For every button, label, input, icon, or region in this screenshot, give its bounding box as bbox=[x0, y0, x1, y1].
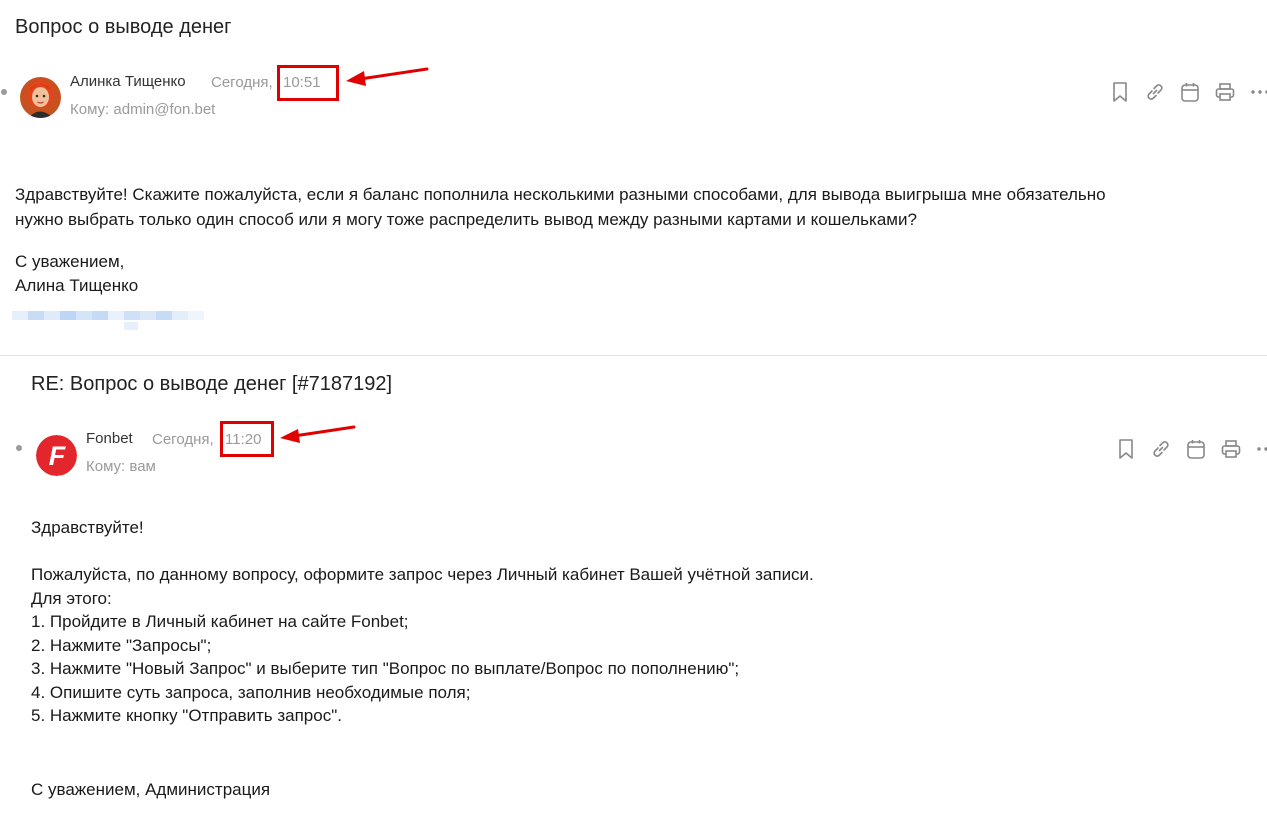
message-toolbar bbox=[1113, 436, 1267, 461]
sender-name[interactable]: Алинка Тищенко bbox=[70, 73, 186, 90]
body-line: С уважением, Администрация bbox=[31, 779, 271, 799]
body-line: Алина Тищенко bbox=[15, 276, 139, 295]
body-line bbox=[15, 232, 1106, 249]
body-line bbox=[31, 728, 814, 752]
body-line: Здравствуйте! Скажите пожалуйста, если я… bbox=[15, 185, 1106, 204]
print-icon[interactable] bbox=[1218, 436, 1243, 461]
message-body: Здравствуйте! Пожалуйста, по данному воп… bbox=[31, 516, 814, 801]
message-date: Сегодня, bbox=[152, 431, 214, 448]
more-icon[interactable] bbox=[1247, 79, 1267, 104]
body-line: 4. Опишите суть запроса, заполнив необхо… bbox=[31, 682, 471, 702]
unread-dot bbox=[16, 445, 22, 451]
calendar-icon[interactable] bbox=[1183, 436, 1208, 461]
sender-avatar[interactable]: F bbox=[36, 435, 77, 476]
link-icon[interactable] bbox=[1142, 79, 1167, 104]
body-line: 3. Нажмите "Новый Запрос" и выберите тип… bbox=[31, 659, 740, 678]
sender-name[interactable]: Fonbet bbox=[86, 430, 133, 447]
message-divider bbox=[0, 355, 1267, 356]
red-arrow-annotation bbox=[346, 67, 429, 86]
body-line: С уважением, bbox=[15, 252, 125, 271]
body-line: нужно выбрать только один способ или я м… bbox=[15, 210, 917, 229]
sender-avatar[interactable] bbox=[20, 77, 61, 118]
message-subject: Вопрос о выводе денег bbox=[15, 16, 232, 38]
unread-dot bbox=[1, 89, 7, 95]
body-line: Пожалуйста, по данному вопросу, оформите… bbox=[31, 565, 814, 584]
recipient-line: Кому: вам bbox=[86, 458, 156, 475]
body-line bbox=[31, 540, 814, 564]
link-icon[interactable] bbox=[1148, 436, 1173, 461]
blurred-signature-fragment bbox=[124, 322, 138, 330]
body-line: 1. Пройдите в Личный кабинет на сайте Fo… bbox=[31, 612, 409, 631]
body-line: Здравствуйте! bbox=[31, 518, 144, 537]
print-icon[interactable] bbox=[1212, 79, 1237, 104]
message-date: Сегодня, bbox=[211, 74, 273, 91]
avatar-letter: F bbox=[49, 441, 67, 471]
message-toolbar bbox=[1107, 79, 1267, 104]
message-body: Здравствуйте! Скажите пожалуйста, если я… bbox=[15, 182, 1106, 298]
body-line: Для этого: bbox=[31, 588, 112, 608]
body-line: 5. Нажмите кнопку "Отправить запрос". bbox=[31, 706, 342, 725]
blurred-signature bbox=[12, 311, 204, 320]
red-arrow-annotation bbox=[280, 425, 356, 443]
body-line: 2. Нажмите "Запросы"; bbox=[31, 635, 212, 655]
bookmark-icon[interactable] bbox=[1107, 79, 1132, 104]
bookmark-icon[interactable] bbox=[1113, 436, 1138, 461]
highlight-box bbox=[220, 421, 274, 457]
calendar-icon[interactable] bbox=[1177, 79, 1202, 104]
message-subject: RE: Вопрос о выводе денег [#7187192] bbox=[31, 373, 393, 395]
highlight-box bbox=[277, 65, 339, 101]
more-icon[interactable] bbox=[1253, 436, 1267, 461]
recipient-line: Кому: admin@fon.bet bbox=[70, 101, 216, 118]
body-line bbox=[31, 751, 814, 775]
